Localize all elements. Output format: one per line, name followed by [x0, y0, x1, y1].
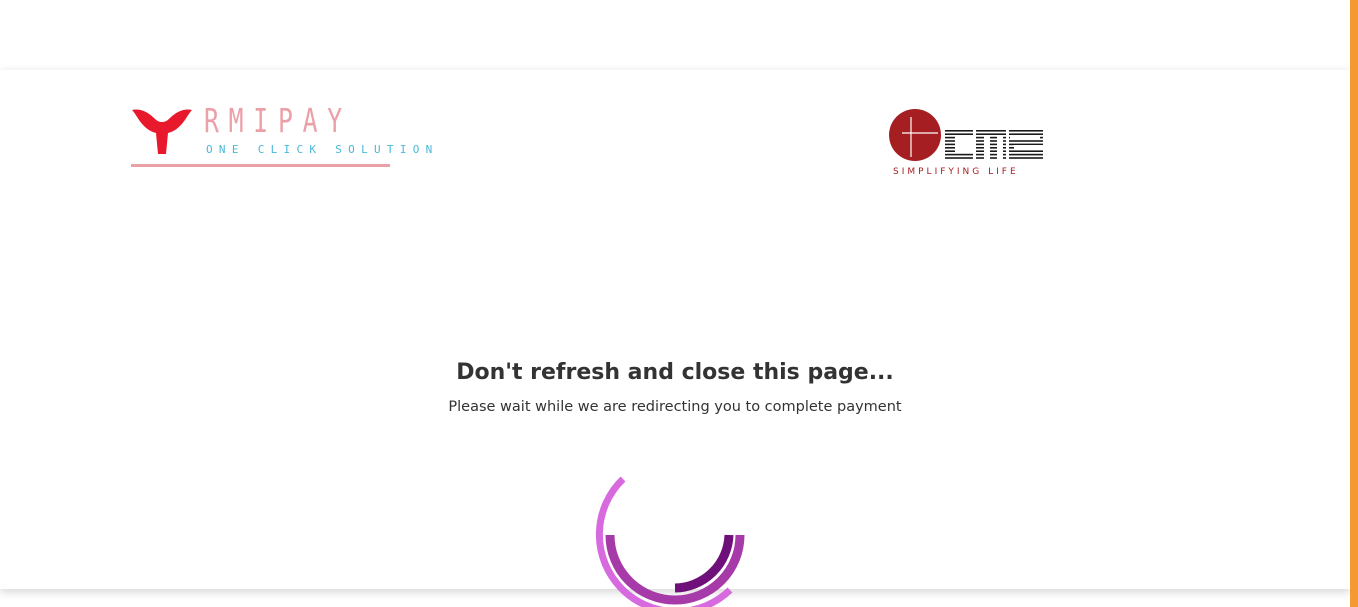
cms-tagline: SIMPLIFYING LIFE — [893, 167, 1019, 177]
redirect-card: RMIPAY ONE CLICK SOLUTION SIMPLIFYING LI… — [0, 70, 1350, 607]
whale-tail-icon — [132, 109, 192, 154]
rmipay-wordmark: RMIPAY — [204, 101, 352, 140]
whale-tail-shape — [132, 109, 192, 154]
redirect-page: RMIPAY ONE CLICK SOLUTION SIMPLIFYING LI… — [0, 0, 1358, 607]
top-strip — [0, 0, 1350, 70]
cms-globe-icon — [889, 109, 1044, 161]
cms-wordmark — [945, 129, 1044, 160]
accent-scroll-bar[interactable] — [1350, 0, 1358, 607]
rmipay-tagline: ONE CLICK SOLUTION — [206, 143, 439, 156]
cms-logo: SIMPLIFYING LIFE — [887, 109, 1047, 181]
redirect-message: Please wait while we are redirecting you… — [448, 399, 902, 415]
rmipay-logo: RMIPAY ONE CLICK SOLUTION — [130, 101, 432, 170]
rmipay-underline — [131, 164, 390, 167]
loading-spinner-icon — [595, 476, 745, 607]
page-heading: Don't refresh and close this page... — [456, 360, 894, 385]
